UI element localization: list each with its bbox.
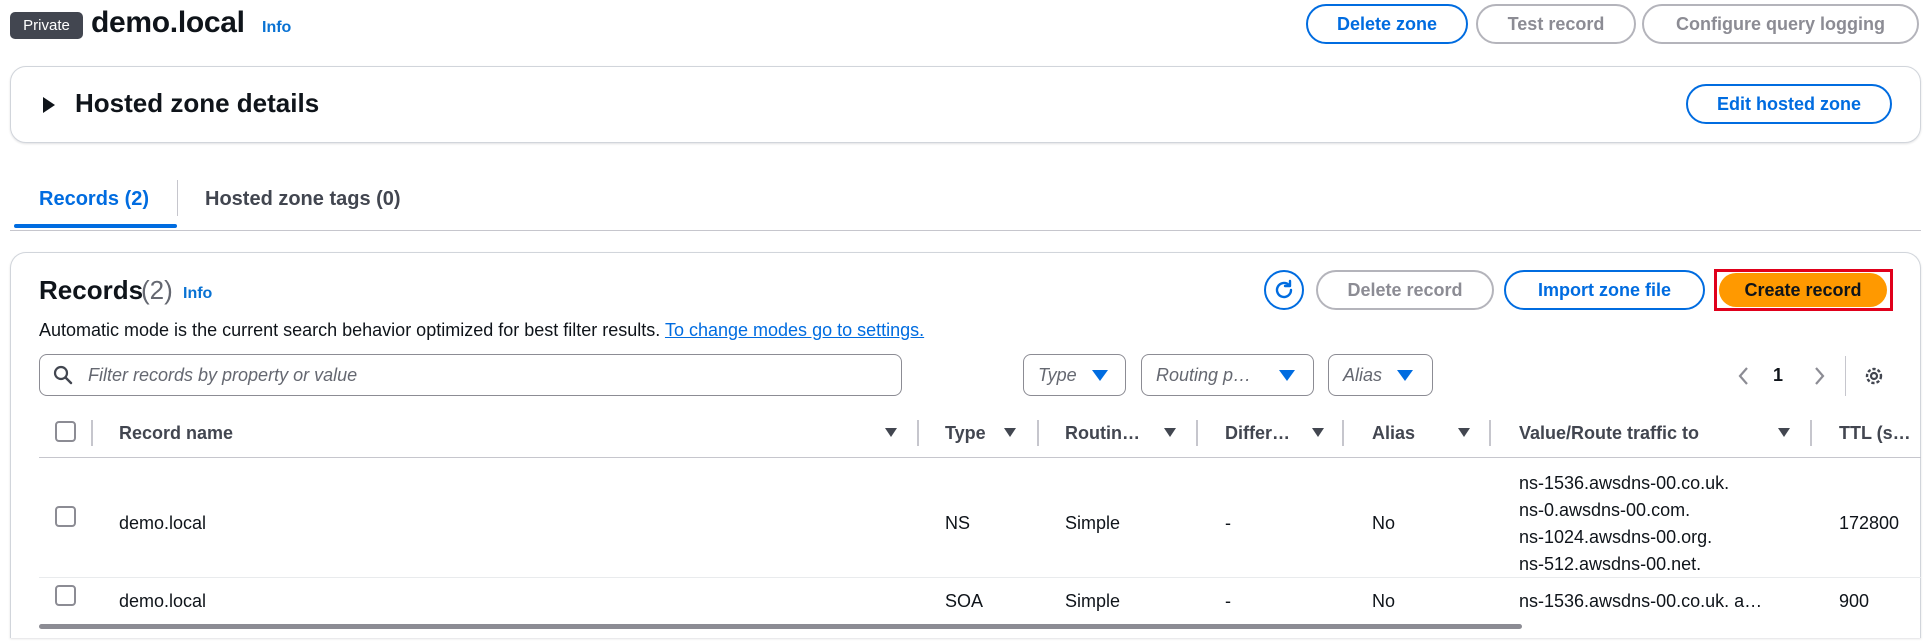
differentiator-cell: - [1225,513,1231,533]
caret-right-icon[interactable] [43,97,55,113]
record-type-cell: NS [945,513,971,533]
dropdown-caret-icon [1092,370,1108,381]
delete-record-button[interactable]: Delete record [1316,270,1494,310]
alias-filter-select[interactable]: Alias [1328,354,1433,396]
value-cell-line: ns-512.awsdns-00.net. [1519,554,1702,574]
next-page-icon[interactable] [1812,365,1826,387]
value-cell-line: ns-1024.awsdns-00.org. [1519,527,1713,547]
hosted-zone-details-panel: Hosted zone details Edit hosted zone [10,66,1921,143]
sort-icon[interactable] [1312,428,1324,437]
sort-icon[interactable] [1164,428,1176,437]
dropdown-caret-icon [1397,370,1413,381]
active-tab-indicator [14,224,177,228]
refresh-icon [1275,279,1293,299]
settings-link[interactable]: To change modes go to settings. [665,320,924,340]
records-title: Records [39,275,144,305]
routing-policy-cell: Simple [1065,513,1121,533]
search-icon [53,365,73,385]
type-filter-select[interactable]: Type [1023,354,1126,396]
previous-page-icon[interactable] [1737,365,1751,387]
alias-cell: No [1372,591,1396,611]
search-mode-description: Automatic mode is the current search beh… [39,320,925,340]
column-divider[interactable] [1489,420,1491,446]
info-link[interactable]: Info [262,19,291,37]
column-divider[interactable] [1342,420,1344,446]
delete-zone-button[interactable]: Delete zone [1306,4,1468,44]
sort-icon[interactable] [1778,428,1790,437]
tab-hosted-zone-tags[interactable]: Hosted zone tags (0) [205,188,401,211]
page-title: demo.local [91,6,245,39]
select-all-checkbox[interactable] [55,421,76,442]
page-number[interactable]: 1 [1773,365,1783,386]
create-record-button[interactable]: Create record [1719,273,1887,307]
routing-policy-filter-select[interactable]: Routing p… [1141,354,1314,396]
gear-icon[interactable] [1862,364,1886,388]
private-badge: Private [10,12,83,39]
differentiator-cell: - [1225,591,1231,611]
column-divider[interactable] [917,420,919,446]
column-divider [91,420,93,446]
refresh-button[interactable] [1264,270,1304,310]
configure-query-logging-button[interactable]: Configure query logging [1642,4,1919,44]
hosted-zone-details-title[interactable]: Hosted zone details [75,88,319,119]
row-checkbox[interactable] [55,506,76,527]
horizontal-scrollbar[interactable] [39,624,1522,629]
column-header-record-name[interactable]: Record name [119,423,233,444]
sort-icon[interactable] [885,428,897,437]
sort-icon[interactable] [1004,428,1016,437]
row-divider [39,577,1921,578]
record-name-cell: demo.local [119,591,207,611]
import-zone-file-button[interactable]: Import zone file [1504,270,1705,310]
tab-divider [177,180,178,216]
value-cell-line: ns-0.awsdns-00.com. [1519,500,1691,520]
column-header-alias[interactable]: Alias [1372,423,1415,444]
pagination-divider [1845,356,1846,396]
value-cell-line: ns-1536.awsdns-00.co.uk. [1519,473,1730,493]
edit-hosted-zone-button[interactable]: Edit hosted zone [1686,84,1892,124]
test-record-button[interactable]: Test record [1476,4,1636,44]
records-count: (2) [141,275,173,305]
dropdown-caret-icon [1279,370,1295,381]
ttl-cell: 172800 [1839,513,1900,533]
ttl-cell: 900 [1839,591,1870,611]
routing-policy-cell: Simple [1065,591,1121,611]
column-header-value[interactable]: Value/Route traffic to [1519,423,1699,444]
column-divider[interactable] [1037,420,1039,446]
alias-cell: No [1372,513,1396,533]
column-header-routing[interactable]: Routin… [1065,423,1140,444]
tab-records[interactable]: Records (2) [39,188,149,211]
record-name-cell: demo.local [119,513,207,533]
column-divider[interactable] [1196,420,1198,446]
sort-icon[interactable] [1458,428,1470,437]
column-header-differentiator[interactable]: Differ… [1225,423,1290,444]
search-placeholder: Filter records by property or value [88,365,358,385]
search-input[interactable]: Filter records by property or value [39,354,902,396]
table-header-border [39,457,1921,458]
records-info-link[interactable]: Info [183,285,212,303]
row-checkbox[interactable] [55,585,76,606]
record-type-cell: SOA [945,591,984,611]
column-divider[interactable] [1810,420,1812,446]
column-header-ttl[interactable]: TTL (s… [1839,423,1911,444]
value-cell-line: ns-1536.awsdns-00.co.uk. a… [1519,591,1763,611]
tabs-baseline [10,230,1921,231]
column-header-type[interactable]: Type [945,423,986,444]
